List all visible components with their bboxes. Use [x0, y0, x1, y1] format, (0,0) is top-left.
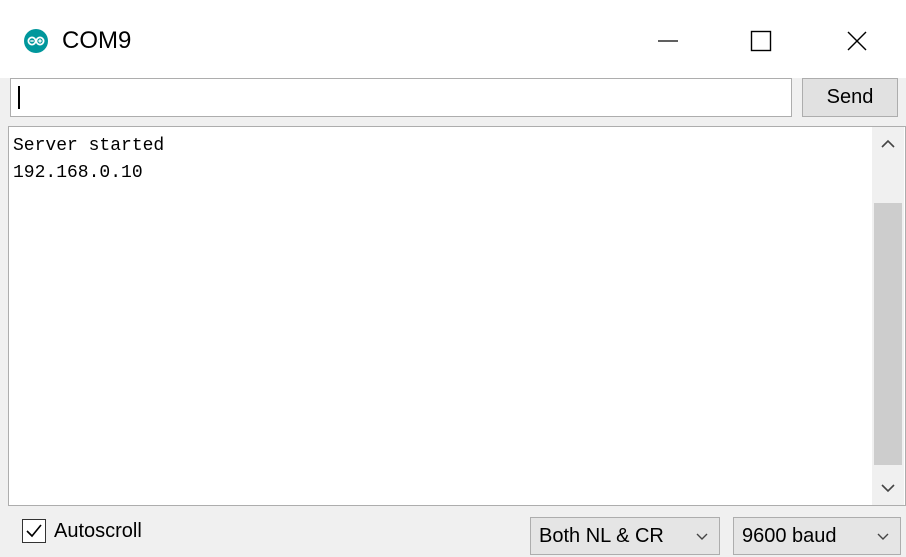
scroll-up-button[interactable] [872, 127, 904, 161]
autoscroll-option[interactable]: Autoscroll [22, 517, 142, 545]
bottom-bar: Autoscroll Both NL & CR 9600 baud [0, 506, 906, 557]
arduino-logo-icon [24, 29, 48, 53]
close-button[interactable] [834, 18, 880, 64]
send-input[interactable] [10, 78, 792, 117]
line-ending-value: Both NL & CR [539, 525, 664, 547]
output-line: Server started [13, 136, 165, 156]
serial-monitor-window: COM9 Send Server started 192.168.0.10 Au… [0, 0, 906, 557]
title-bar[interactable]: COM9 [0, 0, 906, 78]
baud-rate-value: 9600 baud [742, 525, 837, 547]
chevron-down-icon [877, 533, 889, 540]
scroll-thumb[interactable] [874, 203, 902, 465]
baud-rate-select[interactable]: 9600 baud [733, 517, 901, 555]
autoscroll-checkbox[interactable] [22, 519, 46, 543]
send-button[interactable]: Send [802, 78, 898, 117]
maximize-button[interactable] [738, 18, 784, 64]
chevron-down-icon [696, 533, 708, 540]
line-ending-select[interactable]: Both NL & CR [530, 517, 720, 555]
serial-output-area[interactable]: Server started 192.168.0.10 [8, 126, 906, 506]
checkmark-icon [26, 524, 42, 538]
scroll-down-button[interactable] [872, 471, 904, 505]
text-caret [18, 86, 20, 109]
chevron-up-icon [881, 139, 895, 148]
window-title: COM9 [62, 27, 132, 54]
output-line: 192.168.0.10 [13, 163, 143, 183]
serial-output-text: Server started 192.168.0.10 [13, 133, 164, 187]
minimize-icon [658, 40, 678, 42]
autoscroll-label: Autoscroll [54, 519, 142, 542]
close-icon [847, 31, 867, 51]
minimize-button[interactable] [645, 18, 691, 64]
vertical-scrollbar[interactable] [872, 127, 904, 505]
chevron-down-icon [881, 484, 895, 493]
maximize-icon [750, 30, 772, 52]
